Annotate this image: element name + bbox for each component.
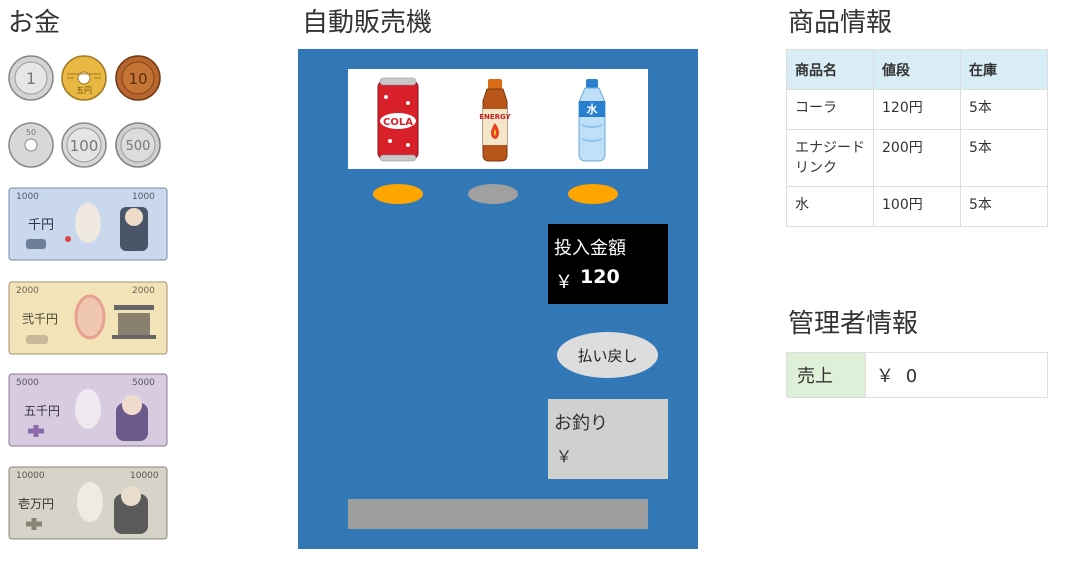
machine-title: 自動販売機 [302,8,433,38]
svg-text:10000: 10000 [16,471,45,481]
change-currency-symbol: ￥ [556,447,573,466]
5-yen-coin-icon[interactable]: 五円 [61,55,107,101]
svg-text:10: 10 [128,70,147,88]
10000-yen-bill-icon[interactable]: 10000 10000 壱万円 [8,466,168,540]
header-price: 値段 [873,49,961,90]
table-row: コーラ 120円 5本 [786,89,1048,130]
inserted-amount-label: 投入金額 [554,238,626,259]
svg-text:五千円: 五千円 [24,404,60,418]
cola-can-icon[interactable]: COLA [368,75,428,163]
1000-yen-bill-icon[interactable]: 1000 1000 千円 [8,187,168,261]
vending-machine: COLA ENERGY 水 投入金額 ￥ 120 払い戻し お釣り ￥ [298,49,698,549]
product-info-table: 商品名 値段 在庫 コーラ 120円 5本 エナジードリンク 200円 5本 水… [786,49,1048,227]
price-cell: 120円 [873,89,961,130]
header-product-name: 商品名 [786,49,874,90]
sales-value-cell: ￥ 0 [865,352,1048,398]
svg-text:ENERGY: ENERGY [479,113,511,121]
admin-info-title: 管理者情報 [788,309,919,339]
energy-drink-bottle-icon[interactable]: ENERGY [465,75,525,163]
product-name-cell: 水 [786,186,874,227]
select-button-water[interactable] [568,184,618,204]
svg-text:1: 1 [26,69,36,88]
svg-text:10000: 10000 [130,471,159,481]
stock-cell: 5本 [960,89,1048,130]
svg-text:水: 水 [587,102,599,116]
sales-label: 売上 [786,352,866,398]
sales-currency-symbol: ￥ [876,366,894,387]
svg-text:5000: 5000 [16,378,39,388]
header-stock: 在庫 [960,49,1048,90]
product-info-title: 商品情報 [788,8,893,38]
svg-text:2000: 2000 [16,286,39,296]
svg-text:千円: 千円 [28,218,54,233]
svg-text:50: 50 [26,128,36,137]
product-display-window: COLA ENERGY 水 [348,69,648,169]
500-yen-coin-icon[interactable]: 500 [115,122,161,168]
product-outlet[interactable] [348,499,648,529]
inserted-currency-symbol: ￥ [555,272,573,293]
sales-row: 売上 ￥ 0 [786,352,1048,398]
svg-text:1000: 1000 [132,192,155,202]
svg-text:500: 500 [126,139,151,154]
table-header-row: 商品名 値段 在庫 [786,49,1048,90]
svg-text:5000: 5000 [132,378,155,388]
svg-text:100: 100 [70,137,99,155]
price-cell: 200円 [873,129,961,187]
select-button-energy-drink[interactable] [468,184,518,204]
refund-button[interactable]: 払い戻し [557,332,658,378]
svg-text:壱万円: 壱万円 [18,497,54,511]
50-yen-coin-icon[interactable]: 50 [8,122,54,168]
5000-yen-bill-icon[interactable]: 5000 5000 五千円 [8,373,168,447]
table-row: エナジードリンク 200円 5本 [786,129,1048,187]
stock-cell: 5本 [960,129,1048,187]
money-title: お金 [8,8,61,38]
product-name-cell: コーラ [786,89,874,130]
admin-info-table: 売上 ￥ 0 [786,352,1048,398]
inserted-amount-panel: 投入金額 ￥ 120 [548,224,668,304]
water-bottle-icon[interactable]: 水 [562,75,622,163]
select-button-cola[interactable] [373,184,423,204]
table-row: 水 100円 5本 [786,186,1048,227]
sales-amount: 0 [905,366,918,387]
svg-text:COLA: COLA [383,117,413,128]
change-label: お釣り [554,413,608,434]
svg-text:弐千円: 弐千円 [22,312,58,326]
svg-text:五円: 五円 [76,86,92,95]
svg-text:1000: 1000 [16,192,39,202]
inserted-amount-value: 120 [580,266,620,288]
product-name-cell: エナジードリンク [786,129,874,187]
change-panel: お釣り ￥ [548,399,668,479]
svg-text:2000: 2000 [132,286,155,296]
price-cell: 100円 [873,186,961,227]
10-yen-coin-icon[interactable]: 10 [115,55,161,101]
2000-yen-bill-icon[interactable]: 2000 2000 弐千円 [8,281,168,355]
100-yen-coin-icon[interactable]: 100 [61,122,107,168]
stock-cell: 5本 [960,186,1048,227]
1-yen-coin-icon[interactable]: 1 [8,55,54,101]
